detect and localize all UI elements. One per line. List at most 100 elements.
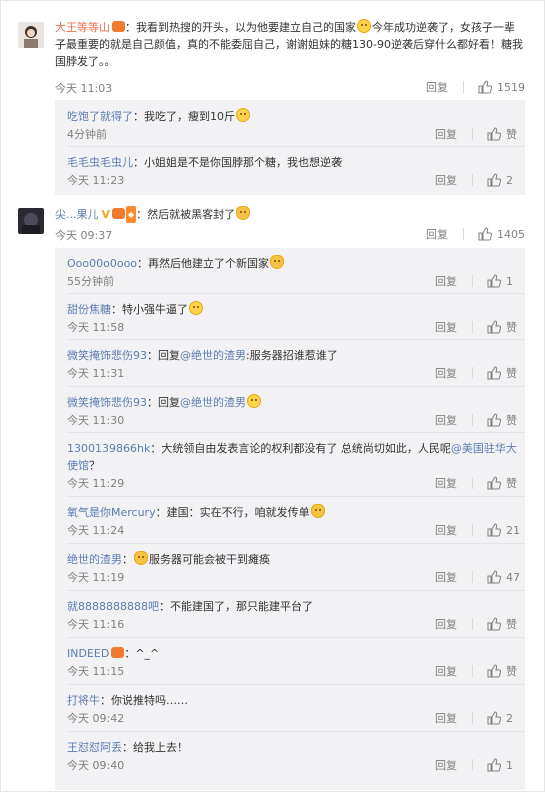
username-link[interactable]: 大王等等山 (55, 21, 110, 34)
like-button[interactable]: 赞 (487, 475, 525, 491)
smile-emoji-icon (357, 19, 371, 33)
reply-button[interactable]: 回复 (435, 126, 457, 142)
reply-button[interactable]: 回复 (435, 365, 457, 381)
reply-item: 就8888888888吧：不能建国了，那只能建平台了 今天 11:16 回复 赞 (67, 598, 525, 631)
username-link[interactable]: 1300139866hk (67, 442, 150, 455)
cat-emoji-icon (134, 551, 148, 565)
reply-item: INDEED ：^_^ 今天 11:15 回复 赞 (67, 645, 525, 678)
reply-text-2: :服务器招谁惹谁了 (246, 349, 338, 362)
reply-button[interactable]: 回复 (435, 616, 457, 632)
username-link[interactable]: INDEED (67, 647, 109, 660)
comment-time: 今天 09:37 (55, 229, 113, 242)
thumbs-up-icon (487, 617, 501, 631)
divider (472, 367, 473, 379)
like-button[interactable]: 1 (487, 758, 525, 772)
reply-text: ：特小强牛逼了 (111, 303, 188, 316)
like-button[interactable]: 赞 (487, 663, 525, 679)
reply-button[interactable]: 回复 (435, 522, 457, 538)
reply-button[interactable]: 回复 (435, 172, 457, 188)
reply-button[interactable]: 回复 (426, 79, 448, 95)
thumbs-up-icon (478, 227, 492, 241)
divider (67, 637, 525, 638)
reply-actions: 回复 赞 (435, 616, 525, 632)
crying-laughing-emoji-icon (189, 301, 203, 315)
like-count: 赞 (506, 618, 517, 631)
reply-text: ： (122, 553, 133, 566)
like-button[interactable]: 21 (487, 523, 525, 537)
username-link[interactable]: 就8888888888吧 (67, 600, 159, 613)
comment-body: ：我看到热搜的开头，以为他要建立自己的国家 (125, 21, 356, 34)
reply-item: 吃饱了就得了：我吃了，瘦到10斤 4分钟前 回复 赞 (67, 108, 525, 141)
divider (67, 293, 525, 294)
like-button[interactable]: 1 (487, 274, 525, 288)
reply-time: 今天 11:19 (67, 571, 125, 584)
like-count: 47 (506, 570, 520, 584)
reply-item: 微笑掩饰悲伤93：回复@绝世的渣男:服务器招谁惹谁了 今天 11:31 回复 赞 (67, 347, 525, 380)
reply-text: ：我吃了，瘦到10斤 (133, 110, 235, 123)
divider (463, 228, 464, 240)
username-link[interactable]: 尖...果儿 (55, 208, 99, 221)
username-link[interactable]: Ooo00o0ooo (67, 257, 137, 270)
reply-time: 今天 09:42 (67, 712, 125, 725)
like-button[interactable]: 赞 (487, 319, 525, 335)
username-link[interactable]: 微笑掩饰悲伤93 (67, 349, 147, 362)
reply-text-2: ？ (89, 459, 100, 472)
reply-button[interactable]: 回复 (435, 273, 457, 289)
like-count: 1519 (497, 80, 525, 94)
username-link[interactable]: 微笑掩饰悲伤93 (67, 396, 147, 409)
username-link[interactable]: 氧气是你Mercury (67, 506, 156, 519)
mention-link[interactable]: @绝世的渣男 (180, 349, 246, 362)
username-link[interactable]: 王怼怼阿丢 (67, 741, 122, 754)
member-badge-icon (112, 208, 126, 219)
like-button[interactable]: 赞 (487, 365, 525, 381)
like-button[interactable]: 2 (487, 711, 525, 725)
username-link[interactable]: 甜份焦糖 (67, 303, 111, 316)
reply-button[interactable]: 回复 (435, 569, 457, 585)
verified-v-icon: V (101, 208, 111, 221)
like-button[interactable]: 赞 (487, 412, 525, 428)
level-badge-icon: ◆ (126, 206, 137, 223)
reply-actions: 回复 赞 (435, 319, 525, 335)
comment-body: ：然后就被黑客封了 (136, 208, 236, 221)
reply-time: 55分钟前 (67, 275, 114, 288)
mention-link[interactable]: @绝世的渣男 (180, 396, 246, 409)
like-button[interactable]: 赞 (487, 616, 525, 632)
reply-item: 绝世的渣男： 服务器可能会被干到瘫痪 今天 11:19 回复 47 (67, 551, 525, 584)
reply-button[interactable]: 回复 (435, 710, 457, 726)
divider (67, 731, 525, 732)
like-count: 赞 (506, 321, 517, 334)
username-link[interactable]: 毛毛虫毛虫儿 (67, 156, 133, 169)
cat-emoji-icon (310, 504, 325, 518)
reply-item: 毛毛虫毛虫儿：小姐姐是不是你国脖那个糖，我也想逆袭 今天 11:23 回复 2 (67, 154, 525, 187)
username-link[interactable]: 绝世的渣男 (67, 553, 122, 566)
like-button[interactable]: 47 (487, 570, 525, 584)
thumbs-up-icon (487, 274, 501, 288)
reply-button[interactable]: 回复 (435, 319, 457, 335)
like-count: 赞 (506, 414, 517, 427)
divider (67, 386, 525, 387)
username-link[interactable]: 打将牛 (67, 694, 100, 707)
reply-button[interactable]: 回复 (435, 663, 457, 679)
comment-actions: 回复 1405 (426, 226, 525, 242)
cat-emoji-icon (270, 255, 285, 269)
like-button[interactable]: 赞 (487, 126, 525, 142)
reply-button[interactable]: 回复 (435, 475, 457, 491)
divider (472, 414, 473, 426)
reply-button[interactable]: 回复 (426, 226, 448, 242)
like-button[interactable]: 2 (487, 173, 525, 187)
like-button[interactable]: 1519 (478, 80, 525, 94)
reply-text: ：大统领自由发表言论的权利都没有了 总统尚切如此，人民呢 (150, 442, 451, 455)
avatar[interactable] (18, 208, 44, 234)
divider (472, 759, 473, 771)
reply-text: ：你说推特吗…… (100, 694, 188, 707)
reply-button[interactable]: 回复 (435, 757, 457, 773)
comment-time: 今天 11:03 (55, 82, 113, 95)
thumbs-up-icon (487, 758, 501, 772)
like-count: 21 (506, 523, 520, 537)
username-link[interactable]: 吃饱了就得了 (67, 110, 133, 123)
like-button[interactable]: 1405 (478, 227, 525, 241)
divider (472, 275, 473, 287)
reply-text: ：回复 (147, 396, 180, 409)
reply-button[interactable]: 回复 (435, 412, 457, 428)
avatar[interactable] (18, 22, 44, 48)
